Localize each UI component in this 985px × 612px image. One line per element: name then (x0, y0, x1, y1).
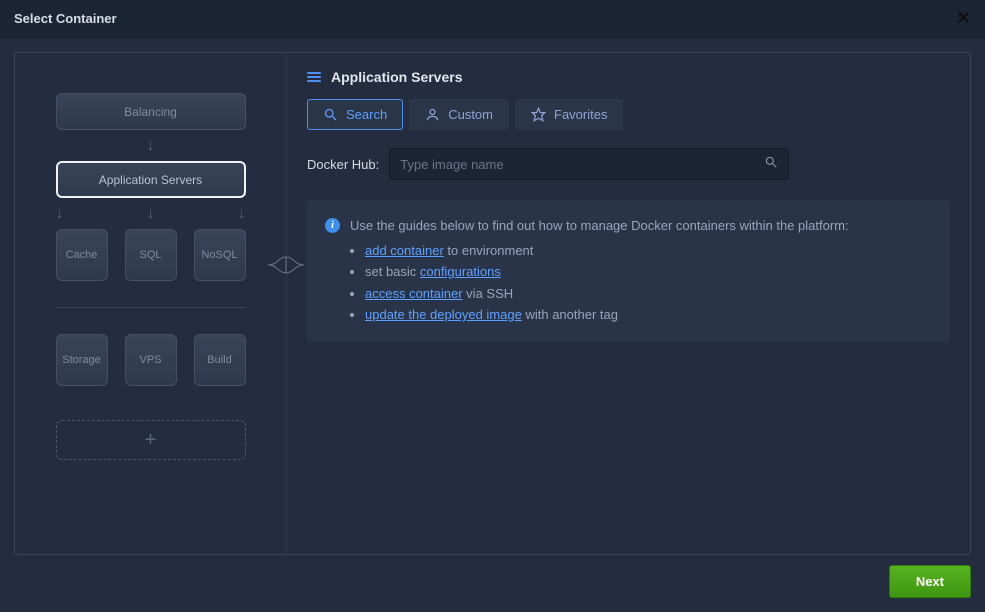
node-sql[interactable]: SQL (125, 229, 177, 281)
select-container-dialog: Select Container ✕ Balancing ↓ Applicati… (0, 0, 985, 612)
link-access-container[interactable]: access container (365, 286, 463, 301)
info-box: i Use the guides below to find out how t… (307, 200, 950, 342)
node-vps[interactable]: VPS (125, 334, 177, 386)
dialog-title: Select Container (14, 11, 117, 26)
tab-label: Search (346, 107, 387, 122)
node-balancing[interactable]: Balancing (56, 93, 246, 130)
topology-chain: Balancing ↓ Application Servers ↓ ↓ ↓ Ca… (45, 93, 256, 460)
search-input[interactable] (400, 157, 764, 172)
arrow-row: ↓ ↓ ↓ (56, 198, 246, 229)
search-icon (323, 107, 338, 122)
tabs: Search Custom Favorites (307, 99, 950, 130)
panel-header: Application Servers (307, 67, 950, 99)
main-panel: Balancing ↓ Application Servers ↓ ↓ ↓ Ca… (14, 52, 971, 555)
info-lead: Use the guides below to find out how to … (350, 216, 849, 236)
plus-icon: + (145, 429, 157, 452)
search-box (389, 148, 789, 180)
tab-search[interactable]: Search (307, 99, 403, 130)
link-update-image[interactable]: update the deployed image (365, 307, 522, 322)
search-label: Docker Hub: (307, 157, 379, 172)
connector-line (268, 257, 304, 273)
star-icon (531, 107, 546, 122)
magnifier-icon[interactable] (764, 155, 778, 174)
panel-title: Application Servers (331, 69, 463, 85)
user-icon (425, 107, 440, 122)
link-configurations[interactable]: configurations (420, 264, 501, 279)
info-text: via SSH (463, 286, 514, 301)
info-text: with another tag (522, 307, 618, 322)
close-icon[interactable]: ✕ (956, 8, 971, 29)
tab-label: Custom (448, 107, 493, 122)
node-storage[interactable]: Storage (56, 334, 108, 386)
details-panel: Application Servers Search Custom (287, 53, 970, 554)
title-bar: Select Container ✕ (0, 0, 985, 38)
next-button[interactable]: Next (889, 565, 971, 598)
list-item: access container via SSH (365, 283, 932, 305)
arrow-down-icon: ↓ (56, 198, 64, 229)
link-add-container[interactable]: add container (365, 243, 444, 258)
arrow-down-icon: ↓ (147, 198, 155, 229)
tab-label: Favorites (554, 107, 607, 122)
topology-sidebar: Balancing ↓ Application Servers ↓ ↓ ↓ Ca… (15, 53, 287, 554)
info-text: to environment (444, 243, 534, 258)
node-build[interactable]: Build (194, 334, 246, 386)
info-icon: i (325, 218, 340, 233)
db-node-row: Cache SQL NoSQL (56, 229, 246, 281)
node-cache[interactable]: Cache (56, 229, 108, 281)
node-nosql[interactable]: NoSQL (194, 229, 246, 281)
list-item: add container to environment (365, 240, 932, 262)
content-area: Balancing ↓ Application Servers ↓ ↓ ↓ Ca… (0, 38, 985, 612)
tab-custom[interactable]: Custom (409, 99, 509, 130)
info-lead-row: i Use the guides below to find out how t… (325, 216, 932, 236)
extra-node-row: Storage VPS Build (56, 334, 246, 386)
list-item: set basic configurations (365, 261, 932, 283)
node-application-servers[interactable]: Application Servers (56, 161, 246, 198)
tab-favorites[interactable]: Favorites (515, 99, 623, 130)
list-icon (307, 72, 321, 82)
footer: Next (14, 555, 971, 598)
arrow-down-icon: ↓ (238, 198, 246, 229)
arrow-down-icon: ↓ (147, 130, 155, 161)
info-text: set basic (365, 264, 420, 279)
add-node-button[interactable]: + (56, 420, 246, 460)
search-row: Docker Hub: (307, 148, 950, 180)
list-item: update the deployed image with another t… (365, 304, 932, 326)
divider (56, 307, 246, 308)
info-list: add container to environment set basic c… (365, 240, 932, 326)
